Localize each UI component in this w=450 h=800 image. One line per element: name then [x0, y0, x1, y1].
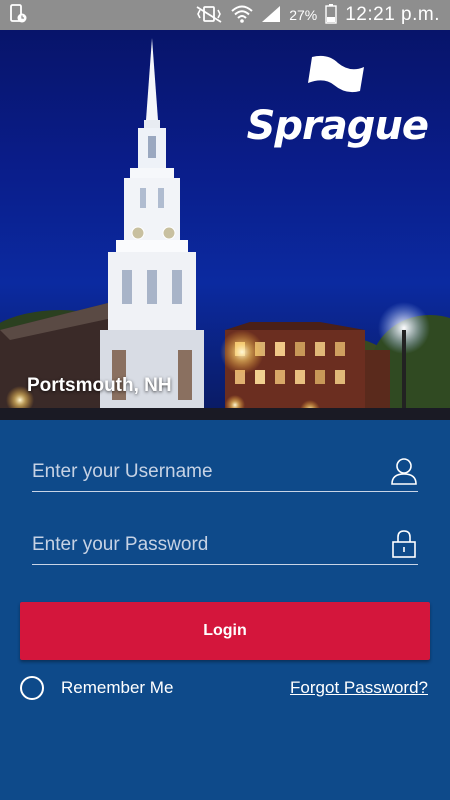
- phone-notification-icon: [10, 3, 28, 27]
- username-input[interactable]: [32, 452, 372, 492]
- wifi-icon: [231, 4, 253, 27]
- clock: 12:21 p.m.: [345, 4, 440, 25]
- flag-logo-icon: [308, 55, 364, 93]
- lock-icon: [390, 529, 418, 559]
- battery-icon: [325, 3, 337, 27]
- status-right: 27% 12:21 p.m.: [195, 3, 440, 27]
- remember-me-toggle[interactable]: Remember Me: [20, 676, 173, 700]
- login-form: Login Remember Me Forgot Password?: [0, 420, 450, 800]
- remember-me-label[interactable]: Remember Me: [61, 678, 173, 698]
- password-input[interactable]: [32, 525, 372, 565]
- battery-percent: 27%: [289, 7, 318, 23]
- user-icon: [390, 456, 418, 486]
- login-button[interactable]: Login: [20, 602, 430, 660]
- sprague-logo: Sprague: [243, 55, 429, 165]
- radio-unchecked-icon[interactable]: [20, 676, 44, 700]
- username-field-container: [32, 452, 418, 492]
- status-left: [10, 3, 28, 27]
- forgot-password-link[interactable]: Forgot Password?: [290, 678, 428, 698]
- password-field-container: [32, 525, 418, 565]
- location-caption: Portsmouth, NH: [27, 375, 172, 396]
- hero-image: Sprague Portsmouth, NH: [0, 30, 450, 420]
- signal-icon: [261, 5, 281, 26]
- status-bar: 27% 12:21 p.m.: [0, 0, 450, 30]
- logo-text: Sprague: [246, 103, 429, 149]
- vibrate-icon: [195, 5, 223, 26]
